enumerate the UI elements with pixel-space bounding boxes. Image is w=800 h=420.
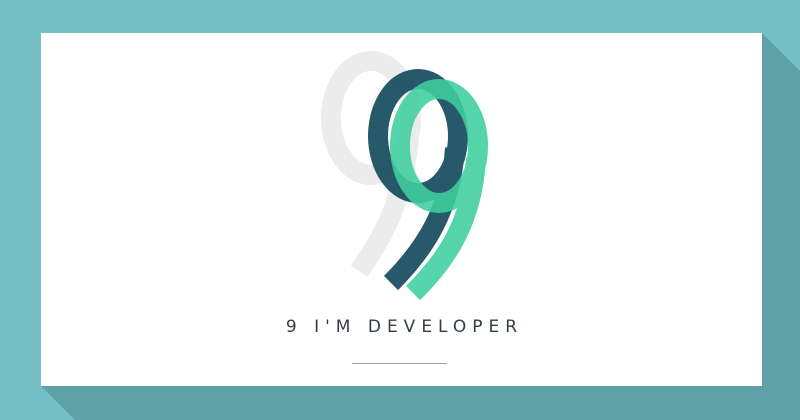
tagline: 9 I'M DEVELOPER xyxy=(285,317,524,337)
banner-card: 9 I'M DEVELOPER xyxy=(41,33,762,386)
divider-line xyxy=(352,363,447,364)
